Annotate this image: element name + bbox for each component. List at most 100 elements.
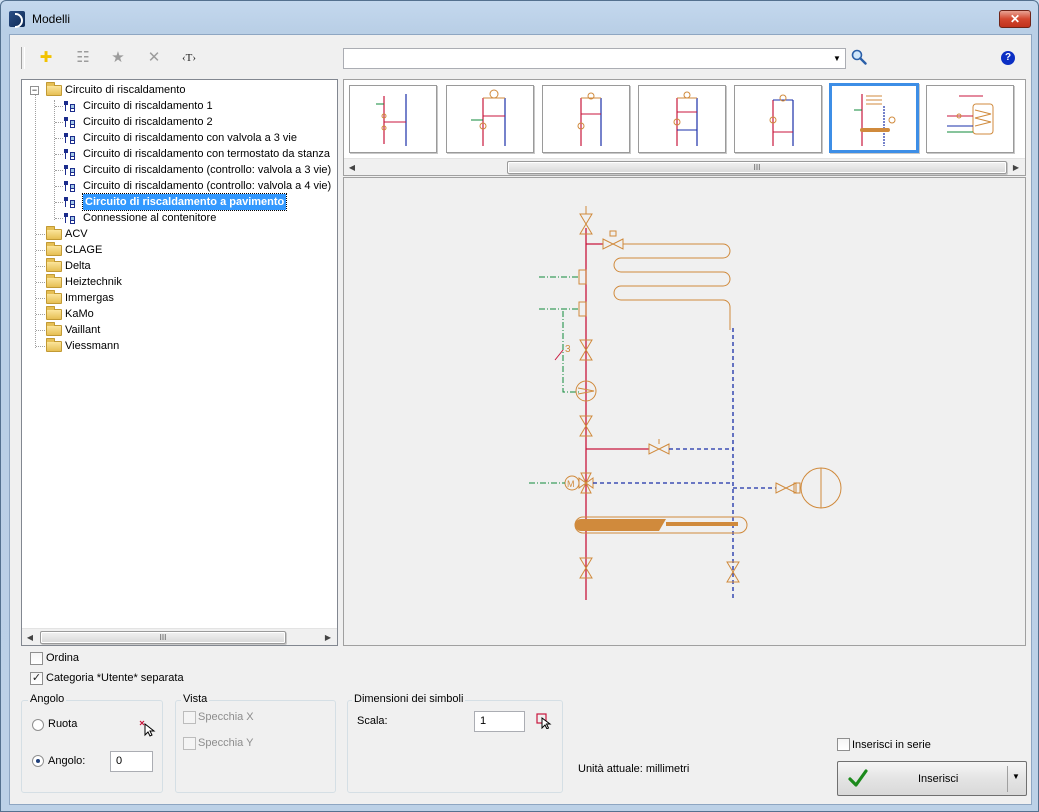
folder-icon: [46, 338, 62, 352]
scroll-left-icon[interactable]: ◀: [346, 162, 358, 173]
tree-item-label: Circuito di riscaldamento 2: [83, 116, 213, 128]
tree-folder-item[interactable]: KaMo: [22, 306, 332, 322]
schematic-node-icon: [64, 165, 75, 176]
folder-icon: [46, 306, 62, 320]
rotate-label: Ruota: [48, 718, 78, 730]
collapse-icon[interactable]: −: [30, 86, 39, 95]
separate-category-label: Categoria *Utente* separata: [46, 672, 184, 684]
template-preview: 3 M: [343, 177, 1026, 646]
mirror-y-checkbox[interactable]: [183, 737, 196, 750]
tree-item-label: ACV: [65, 228, 88, 240]
template-thumbnail[interactable]: [542, 85, 630, 153]
folder-icon: [46, 226, 62, 240]
mirror-x-label: Specchia X: [198, 711, 254, 723]
tree-horizontal-scrollbar[interactable]: ◀ III ▶: [22, 628, 337, 645]
tree-child-item[interactable]: Connessione al contenitore: [22, 210, 332, 226]
tree-folder-item[interactable]: Vaillant: [22, 322, 332, 338]
title-bar[interactable]: Modelli ✕: [1, 1, 1038, 33]
scale-label: Scala:: [357, 715, 388, 727]
search-combo[interactable]: ▼: [343, 48, 846, 69]
tree-item-label: Viessmann: [65, 340, 120, 352]
add-icon[interactable]: ✚: [35, 47, 57, 69]
angle-group-title: Angolo: [28, 693, 67, 705]
tree-child-item[interactable]: Circuito di riscaldamento (controllo: va…: [22, 162, 332, 178]
tree-folder-item[interactable]: Delta: [22, 258, 332, 274]
tree-child-item[interactable]: Circuito di riscaldamento con termostato…: [22, 146, 332, 162]
schematic-node-icon: [64, 213, 75, 224]
template-thumbnail[interactable]: [446, 85, 534, 153]
tree-child-item[interactable]: Circuito di riscaldamento 2: [22, 114, 332, 130]
tree-child-item[interactable]: Circuito di riscaldamento 1: [22, 98, 332, 114]
template-thumbnail[interactable]: [349, 85, 437, 153]
dialog-body: ✚ ☷ ★ ✕ ‹T› ▼ ? − Circuito di riscaldame…: [9, 34, 1032, 805]
tree-folder-item[interactable]: ACV: [22, 226, 332, 242]
text-tag-icon[interactable]: ‹T›: [178, 47, 200, 69]
scale-input[interactable]: 1: [474, 711, 525, 732]
view-group-title: Vista: [181, 693, 210, 705]
toolbar-grip[interactable]: [21, 47, 25, 69]
svg-text:M: M: [567, 479, 575, 489]
close-button[interactable]: ✕: [999, 10, 1031, 28]
angle-radio[interactable]: [32, 755, 44, 767]
tree-folder-item[interactable]: Heiztechnik: [22, 274, 332, 290]
thumbnail-scrollbar[interactable]: ◀ III ▶: [344, 158, 1025, 175]
pick-scale-icon[interactable]: [536, 713, 552, 729]
sort-checkbox[interactable]: [30, 652, 43, 665]
rotate-radio[interactable]: [32, 719, 44, 731]
insert-series-checkbox[interactable]: [837, 738, 850, 751]
folder-icon: [46, 290, 62, 304]
pick-angle-icon[interactable]: [138, 719, 156, 737]
delete-icon[interactable]: ✕: [143, 47, 165, 69]
mirror-x-checkbox[interactable]: [183, 711, 196, 724]
tree-item-label: Immergas: [65, 292, 114, 304]
tree-folder-item[interactable]: Immergas: [22, 290, 332, 306]
search-input[interactable]: [344, 49, 828, 68]
tree-child-item[interactable]: Circuito di riscaldamento (controllo: va…: [22, 178, 332, 194]
separate-category-checkbox[interactable]: ✓: [30, 672, 43, 685]
scroll-thumb[interactable]: III: [40, 631, 286, 644]
thumbnail-strip: ◀ III ▶: [343, 79, 1026, 176]
checkmark-icon: [848, 769, 868, 787]
tree-child-item[interactable]: Circuito di riscaldamento con valvola a …: [22, 130, 332, 146]
insert-button[interactable]: Inserisci ▼: [837, 761, 1027, 796]
window-title: Modelli: [32, 12, 71, 26]
tree-child-item[interactable]: Circuito di riscaldamento a pavimento: [22, 193, 332, 211]
template-tree[interactable]: − Circuito di riscaldamento Circuito di …: [21, 79, 338, 646]
scroll-right-icon[interactable]: ▶: [322, 632, 334, 643]
folder-open-icon: [46, 82, 62, 96]
mirror-y-label: Specchia Y: [198, 737, 254, 749]
schematic-node-icon: [64, 197, 75, 208]
insert-label: Inserisci: [918, 773, 959, 785]
tree-item-label: Circuito di riscaldamento: [65, 84, 186, 96]
scroll-right-icon[interactable]: ▶: [1010, 162, 1022, 173]
tree-folder-item[interactable]: Viessmann: [22, 338, 332, 354]
search-icon[interactable]: [851, 49, 867, 65]
angle-input[interactable]: 0: [110, 751, 153, 772]
insert-dropdown-icon[interactable]: ▼: [1012, 772, 1020, 781]
tree-item-label: Circuito di riscaldamento (controllo: va…: [83, 164, 332, 176]
template-thumbnail[interactable]: [638, 85, 726, 153]
insert-series-label: Inserisci in serie: [852, 739, 931, 751]
folder-icon: [46, 258, 62, 272]
svg-text:3: 3: [565, 344, 571, 355]
template-thumbnail-selected[interactable]: [829, 83, 919, 153]
favorite-icon[interactable]: ★: [107, 47, 129, 69]
scroll-thumb[interactable]: III: [507, 161, 1007, 174]
tree-folder-item[interactable]: CLAGE: [22, 242, 332, 258]
folder-icon: [46, 274, 62, 288]
chevron-down-icon[interactable]: ▼: [831, 52, 843, 65]
angle-group: [21, 700, 163, 793]
tree-item-label: Delta: [65, 260, 91, 272]
tree-root-item[interactable]: − Circuito di riscaldamento: [22, 82, 332, 98]
schematic-node-icon: [64, 181, 75, 192]
template-thumbnail[interactable]: [926, 85, 1014, 153]
tree-item-label: CLAGE: [65, 244, 103, 256]
folder-icon: [46, 322, 62, 336]
folder-icon: [46, 242, 62, 256]
properties-icon[interactable]: ☷: [72, 47, 94, 69]
help-icon[interactable]: ?: [1001, 51, 1015, 65]
template-thumbnail[interactable]: [734, 85, 822, 153]
tree-item-label: Circuito di riscaldamento con valvola a …: [83, 132, 297, 144]
scroll-left-icon[interactable]: ◀: [24, 632, 36, 643]
tree-item-label: Connessione al contenitore: [83, 212, 217, 224]
